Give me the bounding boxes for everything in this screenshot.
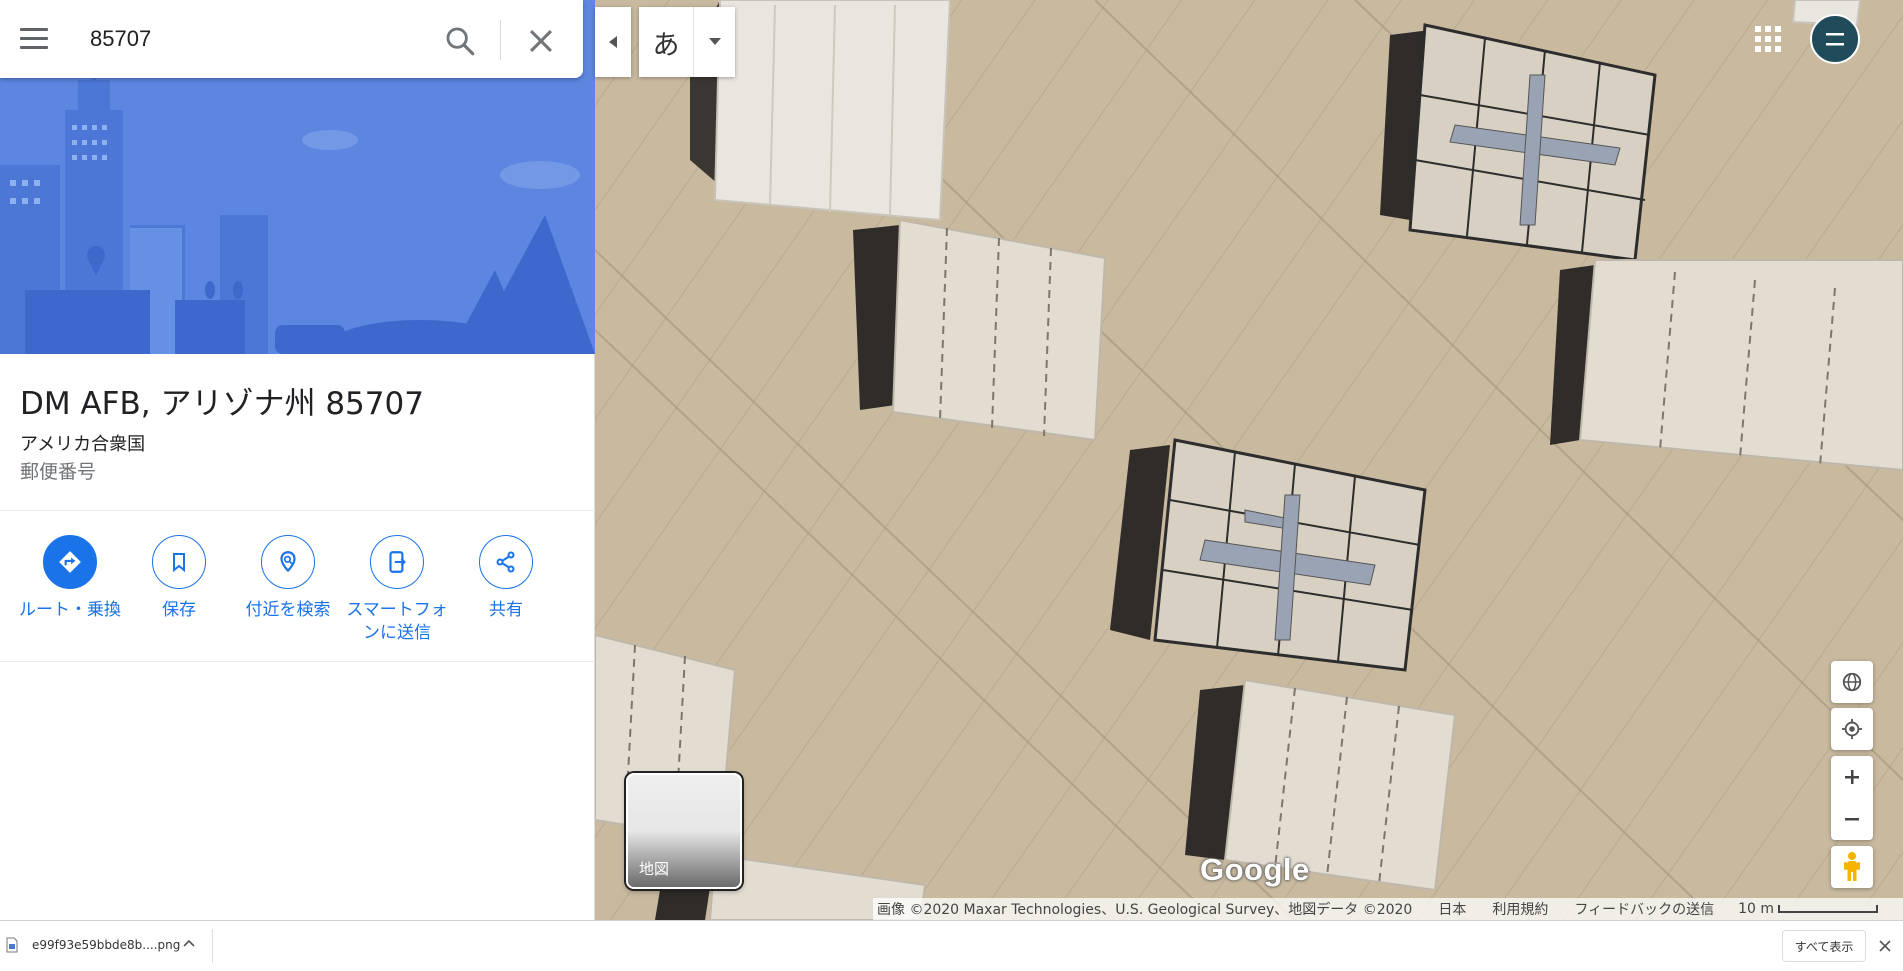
directions-icon [59,551,81,573]
input-tool-dropdown[interactable] [693,7,735,77]
zoom-out-button[interactable] [1831,798,1873,840]
close-icon[interactable] [524,24,558,58]
google-maps-app: DM AFB, アリゾナ州 85707 アメリカ合衆国 郵便番号 ルート・乗換 … [0,0,1903,971]
download-bar: e99f93e59bbde8b....png すべて表示 [0,920,1903,971]
divider [212,929,213,963]
chevron-left-icon [609,36,617,48]
map-attribution: 画像 ©2020 Maxar Technologies、U.S. Geologi… [873,898,1903,920]
attribution-text: 画像 ©2020 Maxar Technologies、U.S. Geologi… [877,902,1413,918]
share-label: 共有 [489,600,523,620]
file-icon [6,937,18,953]
divider [0,661,595,662]
directions-label: ルート・乗換 [19,600,121,620]
bookmark-icon [173,553,185,573]
globe-view-button[interactable] [1831,661,1873,703]
feedback-link[interactable]: フィードバックの送信 [1574,899,1714,919]
place-country: アメリカ合衆国 [20,434,146,455]
google-logo: Google [1200,852,1310,887]
hangar-shelter-4 [1550,259,1903,472]
plus-icon [1845,770,1859,784]
close-icon[interactable] [1876,937,1894,955]
terms-link[interactable]: 利用規約 [1492,899,1548,919]
apps-grid-icon[interactable] [1753,24,1783,54]
street-view-pegman[interactable] [1831,846,1873,888]
pegman-icon [1844,852,1860,881]
minus-icon [1845,818,1859,821]
place-title: DM AFB, アリゾナ州 85707 [20,386,424,422]
satellite-map[interactable] [595,0,1903,920]
share-button[interactable]: 共有 [451,535,561,622]
save-label: 保存 [162,600,196,620]
zoom-controls [1831,756,1873,840]
region-link[interactable]: 日本 [1438,899,1466,919]
search-divider [500,20,501,60]
search-icon[interactable] [443,24,477,58]
layer-toggle-label: 地図 [639,860,670,878]
download-filename[interactable]: e99f93e59bbde8b....png [32,938,180,952]
place-type: 郵便番号 [20,461,97,483]
caret-down-icon [708,38,721,45]
share-icon [496,551,515,573]
my-location-button[interactable] [1831,708,1873,750]
search-nearby-button[interactable]: 付近を検索 [233,535,343,622]
send-to-phone-icon [389,551,406,573]
menu-icon[interactable] [20,28,48,50]
search-input[interactable] [90,22,410,56]
my-location-icon [1841,718,1863,740]
send-to-phone-label: スマートフォンに送信 [346,600,448,643]
directions-button[interactable]: ルート・乗換 [15,535,125,622]
save-button[interactable]: 保存 [124,535,234,622]
send-to-phone-button[interactable]: スマートフォンに送信 [342,535,452,645]
search-nearby-label: 付近を検索 [245,600,331,620]
show-all-downloads-button[interactable]: すべて表示 [1782,930,1866,962]
scale-label[interactable]: 10 m [1738,901,1774,917]
nearby-icon [280,551,296,573]
globe-icon [1842,672,1862,692]
satellite-imagery [595,0,1903,920]
chevron-up-icon[interactable] [181,936,197,952]
avatar-glyph-icon [1826,33,1844,46]
search-box [0,0,583,78]
collapse-panel-button[interactable] [595,7,631,77]
input-tool-button[interactable]: あ [639,7,693,77]
account-avatar[interactable] [1810,14,1860,64]
place-panel: DM AFB, アリゾナ州 85707 アメリカ合衆国 郵便番号 ルート・乗換 … [0,0,595,920]
zoom-in-button[interactable] [1831,756,1873,798]
map-layer-toggle[interactable]: 地図 [626,773,742,889]
divider [0,510,595,511]
input-tools: あ [639,7,735,77]
scale-bar [1777,905,1878,913]
